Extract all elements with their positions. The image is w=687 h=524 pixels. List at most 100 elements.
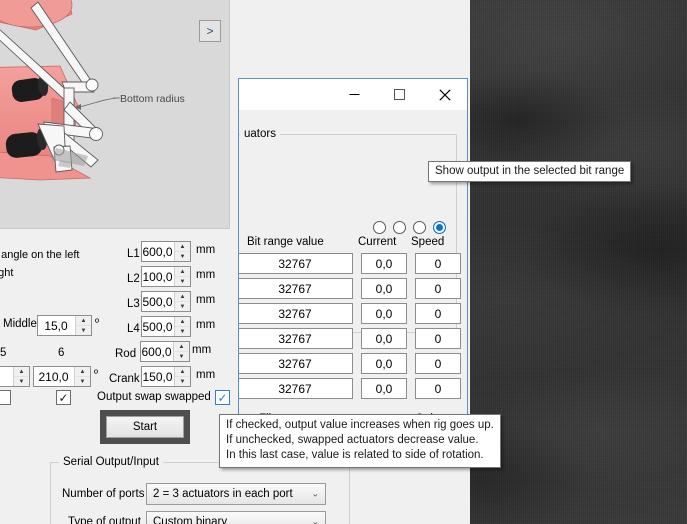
dim-unit-l2: mm	[196, 269, 216, 281]
col6-unit: º	[94, 368, 99, 380]
radio-option-4-selected[interactable]	[433, 221, 446, 234]
actuators-group-title: uators	[240, 128, 280, 140]
number-of-ports-label: Number of ports	[62, 488, 145, 500]
dim-spinner-arrows-rod[interactable]: ▲ ▼	[173, 342, 189, 361]
spinner-down-icon[interactable]: ▼	[175, 327, 190, 336]
speed-field-4[interactable]: 0	[415, 328, 461, 349]
col6-value: 210,0	[38, 369, 69, 384]
dim-label-l2: L2	[127, 273, 140, 285]
checkbox-output-swap-swapped[interactable]: ✓	[215, 390, 230, 405]
header-speed: Speed	[411, 236, 445, 248]
bit-range-field-2[interactable]: 32767	[239, 278, 353, 299]
maximize-icon[interactable]	[377, 79, 422, 110]
speed-field-3[interactable]: 0	[415, 303, 461, 324]
spinner-down-icon[interactable]: ▼	[75, 377, 90, 386]
spinner-down-icon[interactable]: ▼	[175, 252, 190, 261]
child-window-titlebar[interactable]	[239, 79, 467, 110]
close-icon[interactable]	[422, 79, 467, 110]
bit-range-field-6[interactable]: 32767	[239, 378, 353, 399]
spinner-up-icon[interactable]: ▲	[75, 367, 90, 377]
dim-spinner-arrows-l3[interactable]: ▲ ▼	[174, 292, 190, 311]
dim-spinner-rod[interactable]: 600,0 ▲ ▼	[140, 341, 190, 362]
minimize-glyph	[349, 94, 360, 95]
tooltip-swap-line2: If unchecked, swapped actuators decrease…	[226, 434, 479, 446]
radio-option-1[interactable]	[373, 221, 386, 234]
cad-preview-panel[interactable]: Bottom radius >	[0, 0, 230, 229]
spinner-up-icon[interactable]: ▲	[76, 316, 91, 326]
spinner-up-icon[interactable]: ▲	[175, 242, 190, 252]
dim-spinner-arrows-l1[interactable]: ▲ ▼	[174, 242, 190, 261]
dim-spinner-l2[interactable]: 100,0 ▲ ▼	[141, 266, 191, 287]
spinner-down-icon[interactable]: ▼	[76, 326, 91, 335]
col5-label: 5	[0, 347, 7, 359]
current-field-4[interactable]: 0,0	[361, 328, 407, 349]
col5-spinner-arrows[interactable]: ▲ ▼	[13, 367, 29, 386]
bit-range-field-5[interactable]: 32767	[239, 353, 353, 374]
spinner-down-icon[interactable]: ▼	[174, 352, 189, 361]
current-field-2[interactable]: 0,0	[361, 278, 407, 299]
tooltip-output-swap: If checked, output value increases when …	[219, 414, 501, 468]
tooltip-swap-line1: If checked, output value increases when …	[226, 419, 494, 431]
cad-next-button[interactable]: >	[199, 20, 221, 42]
spinner-up-icon[interactable]: ▲	[175, 367, 190, 377]
cad-rig-illustration	[0, 0, 229, 228]
middle-spinner-arrows[interactable]: ▲ ▼	[75, 316, 91, 335]
dim-spinner-l4[interactable]: 500,0 ▲ ▼	[141, 316, 191, 337]
dim-spinner-arrows-l4[interactable]: ▲ ▼	[174, 317, 190, 336]
left-angle-hint-line1: d angle on the left	[0, 249, 80, 261]
dim-label-l4: L4	[127, 323, 140, 335]
spinner-down-icon[interactable]: ▼	[175, 377, 190, 386]
bit-range-field-3[interactable]: 32767	[239, 303, 353, 324]
dim-spinner-crank[interactable]: 150,0 ▲ ▼	[141, 366, 191, 387]
current-field-1[interactable]: 0,0	[361, 253, 407, 274]
spinner-up-icon[interactable]: ▲	[174, 342, 189, 352]
col5-spinner[interactable]: 0 ▲ ▼	[0, 366, 30, 387]
current-field-3[interactable]: 0,0	[361, 303, 407, 324]
middle-spinner[interactable]: 15,0 ▲ ▼	[37, 315, 92, 336]
minimize-icon[interactable]	[332, 79, 377, 110]
spinner-down-icon[interactable]: ▼	[175, 277, 190, 286]
col6-spinner-arrows[interactable]: ▲ ▼	[74, 367, 90, 386]
current-field-6[interactable]: 0,0	[361, 378, 407, 399]
spinner-up-icon[interactable]: ▲	[175, 317, 190, 327]
number-of-ports-select[interactable]: 2 = 3 actuators in each port ⌄	[146, 483, 326, 505]
spinner-up-icon[interactable]: ▲	[175, 292, 190, 302]
dim-value-rod: 600,0	[141, 344, 172, 359]
header-bit-range-value: Bit range value	[247, 236, 324, 248]
radio-option-3[interactable]	[413, 221, 426, 234]
checkbox-left[interactable]	[0, 390, 11, 405]
speed-field-6[interactable]: 0	[415, 378, 461, 399]
cad-annotation-bottom-radius: Bottom radius	[120, 93, 185, 105]
speed-field-2[interactable]: 0	[415, 278, 461, 299]
dim-unit-l1: mm	[196, 244, 216, 256]
dim-label-l3: L3	[127, 298, 140, 310]
chevron-down-icon: ⌄	[311, 516, 319, 524]
speed-field-5[interactable]: 0	[415, 353, 461, 374]
tooltip-bit-range: Show output in the selected bit range	[428, 161, 632, 182]
dim-label-rod: Rod	[115, 348, 137, 360]
dim-unit-crank: mm	[196, 369, 216, 381]
spinner-up-icon[interactable]: ▲	[175, 267, 190, 277]
current-field-5[interactable]: 0,0	[361, 353, 407, 374]
type-of-output-select[interactable]: Custom binary ⌄	[146, 511, 326, 524]
spinner-down-icon[interactable]: ▼	[175, 302, 190, 311]
header-current: Current	[358, 236, 397, 248]
start-button[interactable]: Start	[106, 416, 184, 438]
bit-range-field-4[interactable]: 32767	[239, 328, 353, 349]
dim-value-l2: 100,0	[142, 269, 173, 284]
spinner-up-icon[interactable]: ▲	[14, 367, 29, 377]
dim-spinner-l3[interactable]: 500,0 ▲ ▼	[141, 291, 191, 312]
bit-range-field-1[interactable]: 32767	[239, 253, 353, 274]
dim-spinner-arrows-l2[interactable]: ▲ ▼	[174, 267, 190, 286]
dim-unit-l3: mm	[196, 294, 216, 306]
checkbox-middle[interactable]: ✓	[56, 390, 71, 405]
dim-spinner-arrows-crank[interactable]: ▲ ▼	[174, 367, 190, 386]
spinner-down-icon[interactable]: ▼	[14, 377, 29, 386]
speed-field-1[interactable]: 0	[415, 253, 461, 274]
dim-value-l3: 500,0	[142, 294, 173, 309]
col6-spinner[interactable]: 210,0 ▲ ▼	[33, 366, 91, 387]
dim-unit-rod: mm	[192, 344, 212, 356]
radio-option-2[interactable]	[393, 221, 406, 234]
dim-value-l4: 500,0	[142, 319, 173, 334]
dim-spinner-l1[interactable]: 600,0 ▲ ▼	[141, 241, 191, 262]
